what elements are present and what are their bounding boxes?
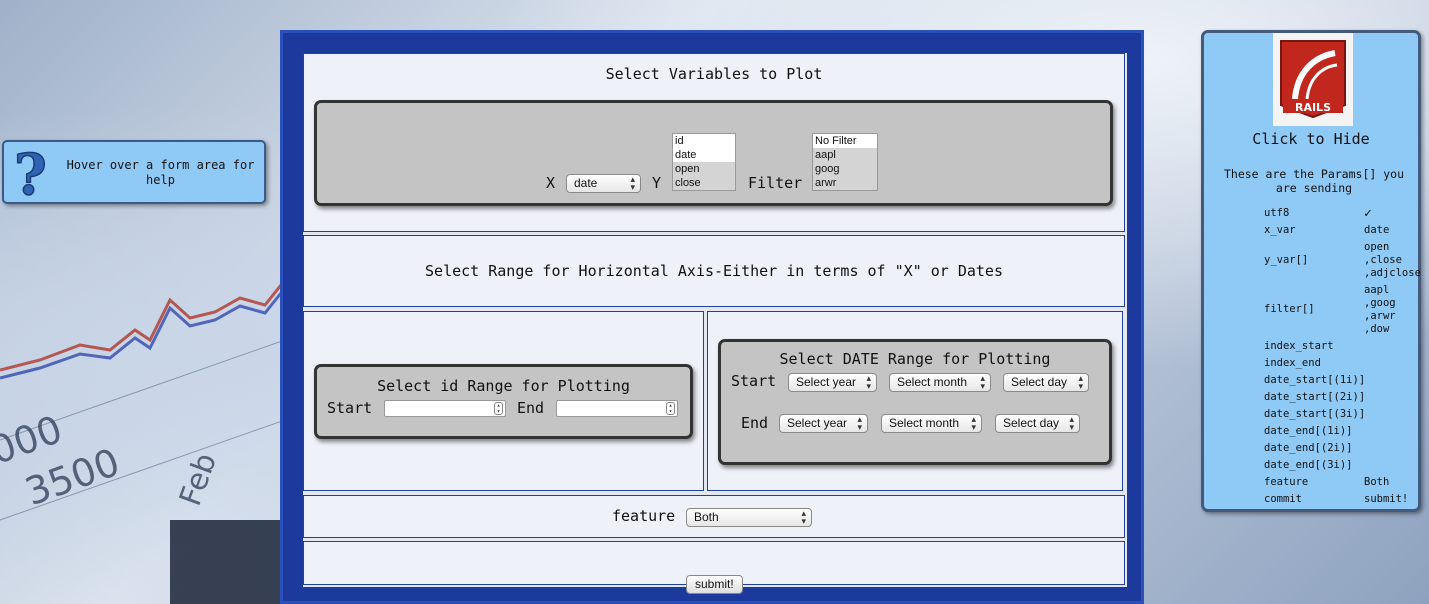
select-value: Select day [1003,416,1060,430]
updown-arrow-icon: ▴ ▾ [971,414,976,432]
end-day-select[interactable]: Select day ▴ ▾ [995,414,1080,433]
param-value: open ,close ,adjclose [1364,241,1421,279]
param-value: Both [1364,476,1390,488]
updown-arrow-icon: ▴ ▾ [1078,373,1083,391]
param-key: index_start [1264,340,1334,352]
y-option[interactable]: id [673,134,735,148]
date-range-panel: Select DATE Range for Plotting Start Sel… [718,339,1112,465]
variables-section: Select Variables to Plot X date ▴ ▾ Y id … [303,53,1125,232]
spinner-icon[interactable]: ▴ ▾ [666,402,675,415]
submit-button[interactable]: submit! [686,575,743,594]
end-year-select[interactable]: Select year ▴ ▾ [779,414,868,433]
param-key: date_start[(2i)] [1264,391,1366,403]
range-section: Select Range for Horizontal Axis-Either … [303,235,1125,307]
select-value: Select month [897,375,968,389]
svg-text:?: ? [14,146,47,202]
click-to-hide[interactable]: Click to Hide [1204,130,1418,148]
rails-logo-text: RAILS [1295,101,1331,114]
rails-logo-icon: RAILS [1280,40,1346,119]
param-key: date_start[(3i)] [1264,408,1366,420]
feature-label: feature [612,507,676,525]
filter-label: Filter [748,174,803,192]
select-value: Select day [1011,375,1068,389]
select-value: Select month [889,416,960,430]
updown-arrow-icon: ▴ ▾ [857,414,862,432]
y-option[interactable]: date [673,148,735,162]
date-start-label: Start [731,372,777,390]
param-value: aapl ,goog ,arwr ,dow [1364,284,1396,335]
params-panel[interactable]: RAILS Click to Hide These are the Params… [1201,30,1421,512]
date-range-title: Select DATE Range for Plotting [779,350,1051,368]
filter-option[interactable]: goog [813,162,877,176]
filter-option[interactable]: arwr [813,176,877,190]
date-range-section: Select DATE Range for Plotting Start Sel… [707,311,1123,491]
y-multiselect[interactable]: id date open close [672,133,736,191]
id-start-label: Start [327,399,373,417]
param-key: utf8 [1264,207,1290,219]
id-end-label: End [517,399,545,417]
params-description: These are the Params[] you are sending [1223,167,1404,195]
param-key: index_end [1264,357,1321,369]
variables-panel: X date ▴ ▾ Y id date open close Filter No… [314,100,1113,206]
param-key: x_var [1264,224,1296,236]
help-box: ? Hover over a form area for help [2,140,266,204]
param-key: feature [1264,476,1309,488]
param-key: date_start[(1i)] [1264,374,1366,386]
y-option[interactable]: open [673,162,735,176]
id-range-section: Select id Range for Plotting Start ▴ ▾ En… [303,311,704,491]
help-text: Hover over a form area for help [66,158,255,187]
filter-option[interactable]: No Filter [813,134,877,148]
date-end-label: End [741,414,769,432]
updown-arrow-icon: ▴ ▾ [980,373,985,391]
y-option[interactable]: close [673,176,735,190]
select-value: Select year [796,375,857,389]
question-mark-icon: ? [13,146,47,202]
start-month-select[interactable]: Select month ▴ ▾ [889,373,991,392]
start-day-select[interactable]: Select day ▴ ▾ [1003,373,1089,392]
param-value: ✓ [1364,206,1372,221]
param-value: submit! [1364,493,1409,505]
filter-option[interactable]: aapl [813,148,877,162]
feature-section: feature Both ▴ ▾ [303,495,1125,538]
feature-select[interactable]: Both ▴ ▾ [686,508,812,527]
id-range-title: Select id Range for Plotting [377,377,630,395]
x-select[interactable]: date ▴ ▾ [566,174,641,193]
x-select-value: date [574,176,598,190]
variables-title: Select Variables to Plot [605,65,823,83]
index-end-input[interactable]: ▴ ▾ [556,400,678,417]
index-start-input[interactable]: ▴ ▾ [384,400,506,417]
updown-arrow-icon: ▴ ▾ [630,174,635,192]
param-key: y_var[] [1264,254,1309,266]
end-month-select[interactable]: Select month ▴ ▾ [881,414,982,433]
start-year-select[interactable]: Select year ▴ ▾ [788,373,877,392]
param-key: filter[] [1264,303,1315,315]
filter-multiselect[interactable]: No Filter aapl goog arwr [812,133,878,191]
param-key: commit [1264,493,1302,505]
param-value: date [1364,224,1390,236]
param-key: date_end[(1i)] [1264,425,1353,437]
updown-arrow-icon: ▴ ▾ [866,373,871,391]
feature-select-value: Both [694,510,719,524]
plot-form: Select Variables to Plot X date ▴ ▾ Y id … [280,30,1144,604]
updown-arrow-icon: ▴ ▾ [801,508,806,526]
form-body: Select Variables to Plot X date ▴ ▾ Y id … [303,53,1127,594]
x-label: X [546,174,556,192]
select-value: Select year [787,416,848,430]
y-label: Y [652,174,662,192]
spinner-icon[interactable]: ▴ ▾ [494,402,503,415]
param-key: date_end[(3i)] [1264,459,1353,471]
updown-arrow-icon: ▴ ▾ [1069,414,1074,432]
id-range-panel: Select id Range for Plotting Start ▴ ▾ En… [314,364,693,439]
rails-logo: RAILS [1273,33,1353,126]
range-title: Select Range for Horizontal Axis-Either … [425,262,1003,280]
param-key: date_end[(2i)] [1264,442,1353,454]
